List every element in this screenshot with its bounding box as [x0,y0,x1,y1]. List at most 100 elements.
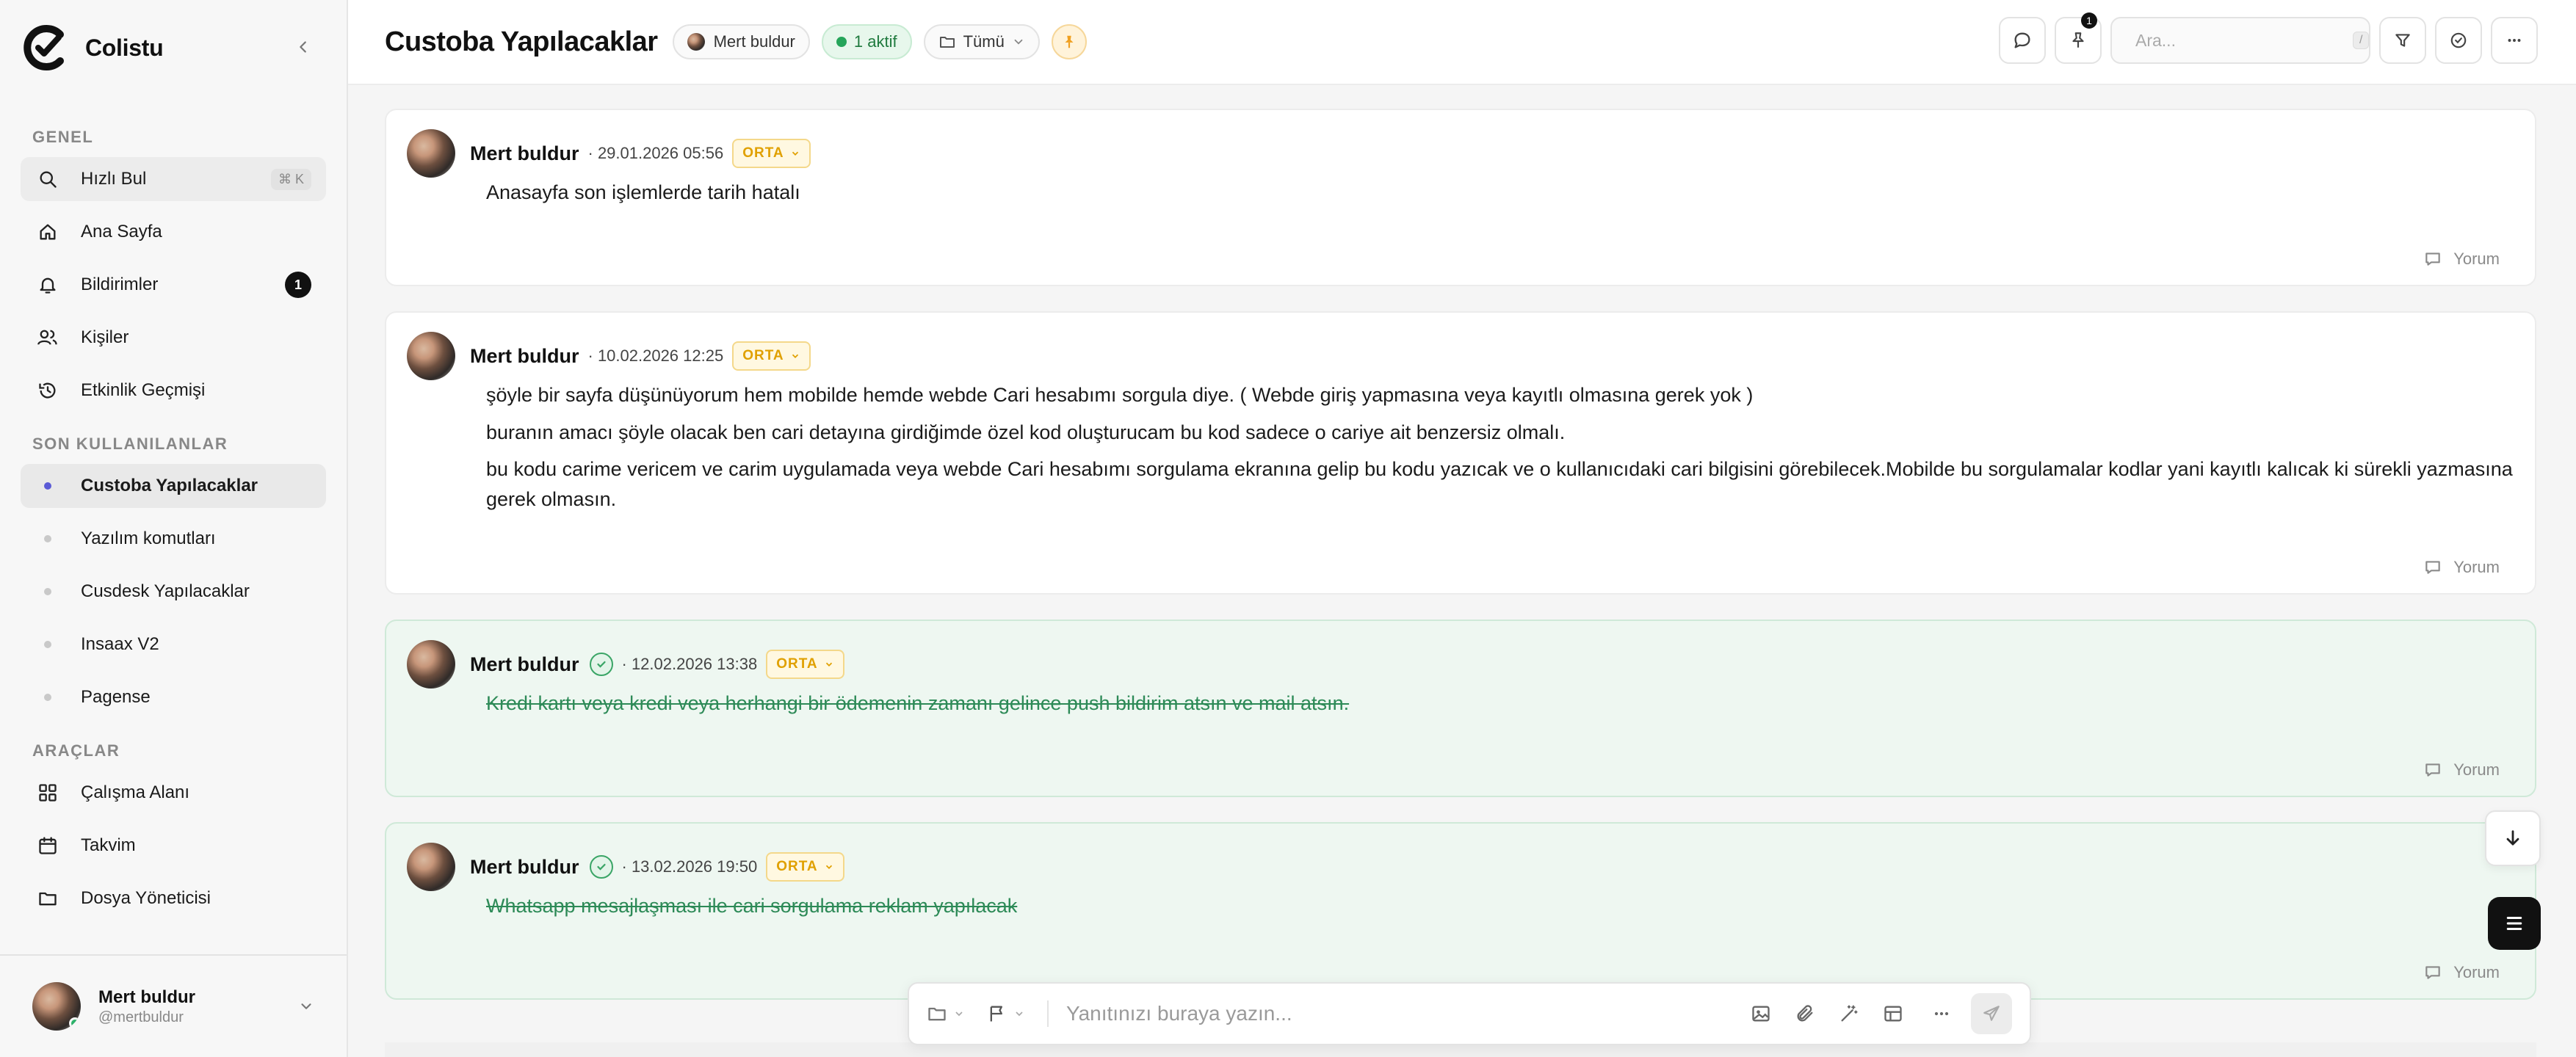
image-icon [1752,1006,1770,1022]
comment-button[interactable]: Yorum [2423,963,2500,982]
chevron-down-icon [792,151,798,156]
dot-icon [44,535,51,542]
sidebar-item-cusdesk-yapilacaklar[interactable]: Cusdesk Yapılacaklar [21,570,326,614]
table-icon [1884,1006,1902,1022]
more-options-button[interactable] [2491,17,2538,64]
sidebar-item-calendar[interactable]: Takvim [21,824,326,868]
pin-icon [1065,35,1074,48]
priority-select[interactable] [987,1003,1025,1024]
magic-wand-icon [1841,1005,1858,1022]
colistu-logo-icon [23,25,64,70]
avatar[interactable] [407,332,455,380]
avatar [687,33,705,51]
reply-input[interactable] [1066,1002,1732,1025]
search-box[interactable]: / [2110,17,2370,64]
sidebar-item-label: Takvim [81,835,136,855]
collapse-sidebar-button[interactable] [290,34,316,60]
user-profile[interactable]: Mert buldur @mertbuldur [0,954,347,1057]
sidebar-item-quick-find[interactable]: Hızlı Bul ⌘ K [21,157,326,201]
comment-button-label: Yorum [2453,963,2500,981]
comment-button[interactable]: Yorum [2423,558,2500,577]
search-input[interactable] [2135,30,2353,51]
divider [1047,1000,1049,1027]
chevron-down-icon [792,354,798,358]
complete-button[interactable] [2435,17,2482,64]
active-status-chip[interactable]: 1 aktif [821,24,912,59]
message-author[interactable]: Mert buldur [470,142,579,165]
completed-check-icon[interactable] [589,855,613,879]
folder-select[interactable] [927,1003,965,1024]
topbar: Custoba Yapılacaklar Mert buldur 1 aktif… [348,0,2576,85]
completed-check-icon[interactable] [589,653,613,676]
message-body: şöyle bir sayfa düşünüyorum hem mobilde … [486,380,2514,514]
sidebar-item-custoba-yapilacaklar[interactable]: Custoba Yapılacaklar [21,464,326,508]
flag-icon [990,1006,1002,1022]
message-card: Mert buldur · 29.01.2026 05:56 ORTA Anas… [385,109,2536,286]
owner-chip[interactable]: Mert buldur [672,24,810,59]
sidebar-item-label: Ana Sayfa [81,222,162,241]
priority-dropdown[interactable]: ORTA [732,341,811,371]
scroll-to-bottom-button[interactable] [2485,810,2541,866]
section-title-tools: ARAÇLAR [32,741,120,760]
comment-button-label: Yorum [2453,558,2500,576]
outline-menu-button[interactable] [2488,897,2541,950]
comments-button[interactable] [1999,17,2046,64]
user-name: Mert buldur [98,987,195,1007]
more-horizontal-icon [2508,39,2521,42]
priority-dropdown[interactable]: ORTA [732,139,811,168]
send-icon [1983,1006,2000,1021]
sidebar-item-label: Yazılım komutları [81,528,216,548]
grid-icon [35,780,60,805]
folder-icon [939,37,955,48]
image-upload-button[interactable] [1746,999,1776,1028]
sidebar-item-people[interactable]: Kişiler [21,316,326,360]
sidebar-item-label: Insaax V2 [81,634,159,654]
send-button[interactable] [1971,993,2012,1034]
sidebar-item-insaax-v2[interactable]: Insaax V2 [21,622,326,666]
pinned-button[interactable] [1051,24,1087,59]
message-body: Kredi kartı veya kredi veya herhangi bir… [486,692,1350,714]
avatar[interactable] [407,843,455,891]
message-author[interactable]: Mert buldur [470,345,579,368]
message-timestamp: · 12.02.2026 13:38 [621,655,758,673]
sidebar-item-label: Custoba Yapılacaklar [81,476,258,495]
main-content: Custoba Yapılacaklar Mert buldur 1 aktif… [348,0,2576,1057]
dot-icon [44,588,51,595]
sidebar-item-notifications[interactable]: Bildirimler 1 [21,263,326,307]
comment-button[interactable]: Yorum [2423,250,2500,269]
attach-file-button[interactable] [1790,999,1820,1028]
dot-icon [44,641,51,648]
comment-button[interactable]: Yorum [2423,760,2500,780]
priority-dropdown[interactable]: ORTA [766,650,844,679]
chevron-down-icon [825,662,832,666]
comment-icon [2425,763,2440,777]
filter-dropdown[interactable]: Tümü [923,24,1040,59]
filter-dropdown-label: Tümü [963,32,1005,51]
sidebar: Colistu GENEL Hızlı Bul ⌘ K Ana Sayfa Bi… [0,0,348,1057]
comment-button-label: Yorum [2453,250,2500,268]
table-button[interactable] [1878,999,1908,1028]
ai-assist-button[interactable] [1834,999,1864,1028]
message-body: Anasayfa son işlemlerde tarih hatalı [486,181,800,203]
filter-button[interactable] [2379,17,2426,64]
sidebar-item-home[interactable]: Ana Sayfa [21,210,326,254]
sidebar-item-yazilim-komutlari[interactable]: Yazılım komutları [21,517,326,561]
sidebar-item-activity-history[interactable]: Etkinlik Geçmişi [21,368,326,413]
app-name: Colistu [85,34,164,61]
chevron-left-icon [300,41,306,53]
sidebar-item-workspace[interactable]: Çalışma Alanı [21,771,326,815]
priority-dropdown[interactable]: ORTA [766,852,844,882]
message-author[interactable]: Mert buldur [470,856,579,879]
avatar[interactable] [407,640,455,689]
sidebar-item-file-manager[interactable]: Dosya Yöneticisi [21,876,326,920]
menu-icon [2506,917,2522,930]
folder-icon [35,886,60,911]
avatar[interactable] [407,129,455,178]
more-options-button[interactable] [1927,999,1956,1028]
active-dot-icon [44,482,51,490]
message-author[interactable]: Mert buldur [470,653,579,676]
pinned-messages-button[interactable]: 1 [2055,12,2102,64]
sidebar-item-label: Cusdesk Yapılacaklar [81,581,250,601]
sidebar-item-pagense[interactable]: Pagense [21,675,326,719]
arrow-down-icon [2506,830,2519,846]
